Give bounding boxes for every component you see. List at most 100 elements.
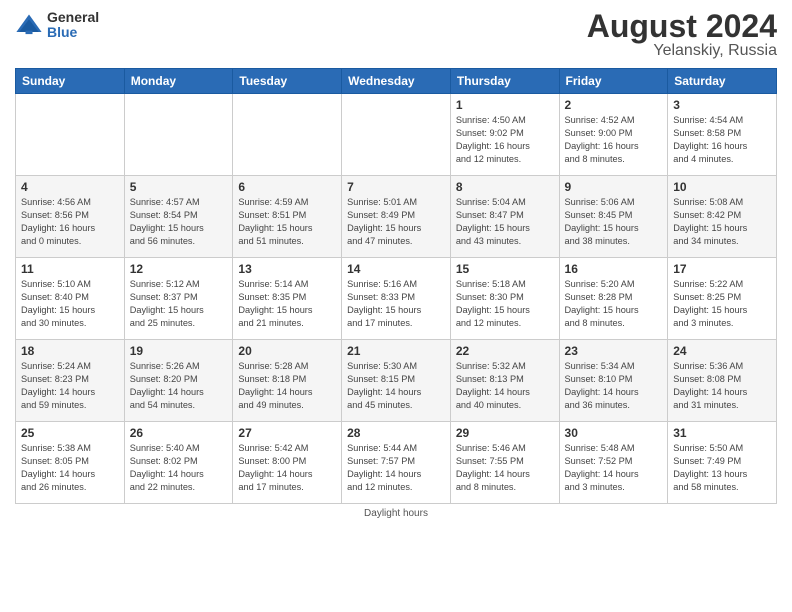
day-info: Sunrise: 5:46 AM Sunset: 7:55 PM Dayligh… bbox=[456, 442, 554, 494]
table-row: 20Sunrise: 5:28 AM Sunset: 8:18 PM Dayli… bbox=[233, 340, 342, 422]
table-row: 6 Sunrise: 4:59 AM Sunset: 8:51 PM Daylig… bbox=[233, 176, 342, 258]
col-sunday: Sunday bbox=[16, 69, 125, 94]
day-info: Sunrise: 5:44 AM Sunset: 7:57 PM Dayligh… bbox=[347, 442, 445, 494]
day-number: 16 bbox=[565, 262, 663, 276]
day-number: 30 bbox=[565, 426, 663, 440]
day-number: 29 bbox=[456, 426, 554, 440]
day-info: Sunrise: 5:48 AM Sunset: 7:52 PM Dayligh… bbox=[565, 442, 663, 494]
day-number: 23 bbox=[565, 344, 663, 358]
day-info: Sunrise: 5:12 AM Sunset: 8:37 PM Dayligh… bbox=[130, 278, 228, 330]
day-info: Sunrise: 5:06 AM Sunset: 8:45 PM Dayligh… bbox=[565, 196, 663, 248]
table-row: 28 Sunrise: 5:44 AM Sunset: 7:57 PM Dayli… bbox=[342, 422, 451, 504]
table-row: 9Sunrise: 5:06 AM Sunset: 8:45 PM Daylig… bbox=[559, 176, 668, 258]
day-info: Sunrise: 5:50 AM Sunset: 7:49 PM Dayligh… bbox=[673, 442, 771, 494]
table-row: 29 Sunrise: 5:46 AM Sunset: 7:55 PM Dayli… bbox=[450, 422, 559, 504]
table-row: 15Sunrise: 5:18 AM Sunset: 8:30 PM Dayli… bbox=[450, 258, 559, 340]
day-number: 28 bbox=[347, 426, 445, 440]
day-number: 6 bbox=[238, 180, 336, 194]
day-info: Sunrise: 5:16 AM Sunset: 8:33 PM Dayligh… bbox=[347, 278, 445, 330]
table-row: 7 Sunrise: 5:01 AM Sunset: 8:49 PM Daylig… bbox=[342, 176, 451, 258]
day-info: Sunrise: 5:28 AM Sunset: 8:18 PM Dayligh… bbox=[238, 360, 336, 412]
page: General Blue August 2024 Yelanskiy, Russ… bbox=[0, 0, 792, 612]
day-number: 2 bbox=[565, 98, 663, 112]
col-tuesday: Tuesday bbox=[233, 69, 342, 94]
day-info: Sunrise: 5:22 AM Sunset: 8:25 PM Dayligh… bbox=[673, 278, 771, 330]
day-info: Sunrise: 4:59 AM Sunset: 8:51 PM Dayligh… bbox=[238, 196, 336, 248]
table-row: 3Sunrise: 4:54 AM Sunset: 8:58 PM Daylig… bbox=[668, 94, 777, 176]
day-info: Sunrise: 4:56 AM Sunset: 8:56 PM Dayligh… bbox=[21, 196, 119, 248]
table-row: 27 Sunrise: 5:42 AM Sunset: 8:00 PM Dayli… bbox=[233, 422, 342, 504]
table-row bbox=[16, 94, 125, 176]
calendar-week-5: 25 Sunrise: 5:38 AM Sunset: 8:05 PM Dayli… bbox=[16, 422, 777, 504]
day-number: 3 bbox=[673, 98, 771, 112]
day-info: Sunrise: 4:50 AM Sunset: 9:02 PM Dayligh… bbox=[456, 114, 554, 166]
day-number: 11 bbox=[21, 262, 119, 276]
day-number: 8 bbox=[456, 180, 554, 194]
calendar-header-row: Sunday Monday Tuesday Wednesday Thursday… bbox=[16, 69, 777, 94]
day-info: Sunrise: 5:38 AM Sunset: 8:05 PM Dayligh… bbox=[21, 442, 119, 494]
day-info: Sunrise: 5:24 AM Sunset: 8:23 PM Dayligh… bbox=[21, 360, 119, 412]
table-row: 4 Sunrise: 4:56 AM Sunset: 8:56 PM Daylig… bbox=[16, 176, 125, 258]
day-number: 12 bbox=[130, 262, 228, 276]
table-row: 1 Sunrise: 4:50 AM Sunset: 9:02 PM Daylig… bbox=[450, 94, 559, 176]
table-row: 8 Sunrise: 5:04 AM Sunset: 8:47 PM Daylig… bbox=[450, 176, 559, 258]
table-row: 13Sunrise: 5:14 AM Sunset: 8:35 PM Dayli… bbox=[233, 258, 342, 340]
day-info: Sunrise: 4:52 AM Sunset: 9:00 PM Dayligh… bbox=[565, 114, 663, 166]
table-row bbox=[342, 94, 451, 176]
day-number: 7 bbox=[347, 180, 445, 194]
day-number: 25 bbox=[21, 426, 119, 440]
calendar-week-4: 18Sunrise: 5:24 AM Sunset: 8:23 PM Dayli… bbox=[16, 340, 777, 422]
header: General Blue August 2024 Yelanskiy, Russ… bbox=[15, 10, 777, 60]
day-number: 27 bbox=[238, 426, 336, 440]
day-number: 4 bbox=[21, 180, 119, 194]
day-info: Sunrise: 5:08 AM Sunset: 8:42 PM Dayligh… bbox=[673, 196, 771, 248]
logo-general-text: General bbox=[47, 10, 99, 25]
table-row: 19 Sunrise: 5:26 AM Sunset: 8:20 PM Dayli… bbox=[124, 340, 233, 422]
day-number: 14 bbox=[347, 262, 445, 276]
table-row: 12 Sunrise: 5:12 AM Sunset: 8:37 PM Dayli… bbox=[124, 258, 233, 340]
day-number: 19 bbox=[130, 344, 228, 358]
day-number: 22 bbox=[456, 344, 554, 358]
day-info: Sunrise: 5:20 AM Sunset: 8:28 PM Dayligh… bbox=[565, 278, 663, 330]
logo-icon bbox=[15, 11, 43, 39]
col-monday: Monday bbox=[124, 69, 233, 94]
day-info: Sunrise: 5:04 AM Sunset: 8:47 PM Dayligh… bbox=[456, 196, 554, 248]
table-row: 30 Sunrise: 5:48 AM Sunset: 7:52 PM Dayli… bbox=[559, 422, 668, 504]
table-row: 26Sunrise: 5:40 AM Sunset: 8:02 PM Dayli… bbox=[124, 422, 233, 504]
day-number: 24 bbox=[673, 344, 771, 358]
col-saturday: Saturday bbox=[668, 69, 777, 94]
table-row: 17 Sunrise: 5:22 AM Sunset: 8:25 PM Dayli… bbox=[668, 258, 777, 340]
table-row: 5Sunrise: 4:57 AM Sunset: 8:54 PM Daylig… bbox=[124, 176, 233, 258]
month-year: August 2024 bbox=[587, 10, 777, 42]
col-wednesday: Wednesday bbox=[342, 69, 451, 94]
day-info: Sunrise: 5:01 AM Sunset: 8:49 PM Dayligh… bbox=[347, 196, 445, 248]
day-info: Sunrise: 5:42 AM Sunset: 8:00 PM Dayligh… bbox=[238, 442, 336, 494]
logo-text: General Blue bbox=[47, 10, 99, 41]
day-info: Sunrise: 5:26 AM Sunset: 8:20 PM Dayligh… bbox=[130, 360, 228, 412]
day-info: Sunrise: 5:18 AM Sunset: 8:30 PM Dayligh… bbox=[456, 278, 554, 330]
logo-blue-text: Blue bbox=[47, 25, 99, 40]
day-info: Sunrise: 5:30 AM Sunset: 8:15 PM Dayligh… bbox=[347, 360, 445, 412]
day-number: 17 bbox=[673, 262, 771, 276]
calendar-table: Sunday Monday Tuesday Wednesday Thursday… bbox=[15, 68, 777, 504]
location: Yelanskiy, Russia bbox=[587, 42, 777, 60]
calendar-week-2: 4 Sunrise: 4:56 AM Sunset: 8:56 PM Daylig… bbox=[16, 176, 777, 258]
calendar-week-3: 11Sunrise: 5:10 AM Sunset: 8:40 PM Dayli… bbox=[16, 258, 777, 340]
day-number: 21 bbox=[347, 344, 445, 358]
table-row: 22 Sunrise: 5:32 AM Sunset: 8:13 PM Dayli… bbox=[450, 340, 559, 422]
day-number: 31 bbox=[673, 426, 771, 440]
day-number: 10 bbox=[673, 180, 771, 194]
table-row: 11Sunrise: 5:10 AM Sunset: 8:40 PM Dayli… bbox=[16, 258, 125, 340]
col-friday: Friday bbox=[559, 69, 668, 94]
day-info: Sunrise: 5:40 AM Sunset: 8:02 PM Dayligh… bbox=[130, 442, 228, 494]
day-number: 1 bbox=[456, 98, 554, 112]
footer-note: Daylight hours bbox=[15, 508, 777, 519]
day-info: Sunrise: 5:32 AM Sunset: 8:13 PM Dayligh… bbox=[456, 360, 554, 412]
table-row: 2 Sunrise: 4:52 AM Sunset: 9:00 PM Daylig… bbox=[559, 94, 668, 176]
day-info: Sunrise: 5:34 AM Sunset: 8:10 PM Dayligh… bbox=[565, 360, 663, 412]
day-number: 13 bbox=[238, 262, 336, 276]
table-row: 24Sunrise: 5:36 AM Sunset: 8:08 PM Dayli… bbox=[668, 340, 777, 422]
table-row: 25 Sunrise: 5:38 AM Sunset: 8:05 PM Dayli… bbox=[16, 422, 125, 504]
table-row: 14 Sunrise: 5:16 AM Sunset: 8:33 PM Dayli… bbox=[342, 258, 451, 340]
col-thursday: Thursday bbox=[450, 69, 559, 94]
